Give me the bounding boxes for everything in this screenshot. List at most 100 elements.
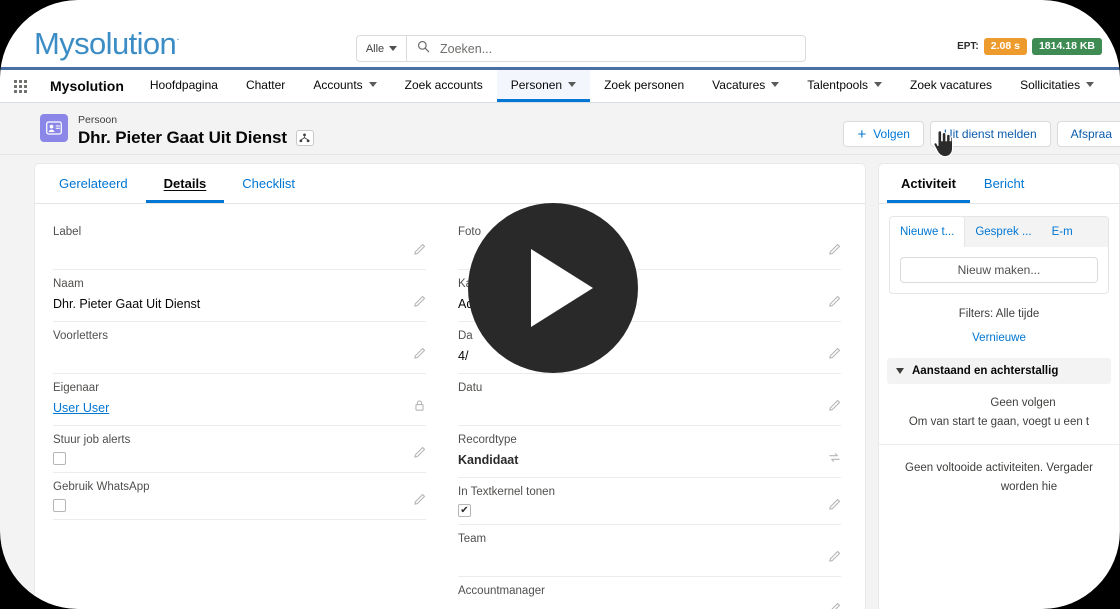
- field-label: Gebruik WhatsApp: [53, 481, 150, 493]
- completed-empty-state: Geen voltooide activiteiten. Vergader wo…: [879, 445, 1119, 507]
- app-navigation-bar: Mysolution Hoofdpagina Chatter Accounts Zoe…: [0, 70, 1120, 103]
- field-gebruik-whatsapp: Gebruik WhatsApp: [53, 473, 426, 520]
- pencil-icon[interactable]: [413, 243, 426, 261]
- activity-tab-bericht[interactable]: Bericht: [970, 164, 1038, 203]
- pencil-icon[interactable]: [828, 602, 841, 609]
- chevron-down-icon: [896, 368, 904, 374]
- field-recordtype: Recordtype Kandidaat: [458, 426, 841, 478]
- nav-item-sollicitaties[interactable]: Sollicitaties: [1006, 70, 1108, 102]
- nav-item-chatter[interactable]: Chatter: [232, 70, 299, 102]
- upcoming-overdue-section-header[interactable]: Aanstaand en achterstallig: [887, 358, 1111, 384]
- nav-item-talentpools[interactable]: Talentpools: [793, 70, 896, 102]
- publisher-tab-list: Nieuwe t... Gesprek ... E-m: [890, 217, 1108, 247]
- pencil-icon[interactable]: [828, 347, 841, 365]
- pencil-icon[interactable]: [828, 295, 841, 313]
- pencil-icon[interactable]: [413, 295, 426, 313]
- ept-indicator: EPT: 2.08 s 1814.18 KB: [957, 38, 1102, 55]
- field-stuur-job-alerts: Stuur job alerts: [53, 426, 426, 473]
- pencil-icon[interactable]: [828, 550, 841, 568]
- completed-line-2: worden hie: [1000, 481, 1058, 493]
- field-value: [458, 549, 841, 569]
- action-button-volgen[interactable]: + Volgen: [843, 121, 924, 147]
- search-input[interactable]: Zoeken...: [406, 35, 806, 62]
- tab-details[interactable]: Details: [145, 164, 225, 203]
- field-label: Datu: [458, 382, 483, 394]
- play-button-icon[interactable]: [468, 203, 638, 373]
- brand-logo[interactable]: Mysolution·: [34, 26, 180, 62]
- publisher-tab-2[interactable]: E-m: [1042, 217, 1083, 247]
- tab-checklist[interactable]: Checklist: [224, 164, 313, 203]
- publisher-tab-0[interactable]: Nieuwe t...: [890, 217, 966, 247]
- pencil-icon[interactable]: [828, 399, 841, 417]
- field-label: Recordtype: [458, 434, 517, 446]
- nav-item-label: Accounts: [313, 77, 363, 92]
- chevron-down-icon[interactable]: [1086, 82, 1095, 87]
- lock-icon[interactable]: [413, 399, 426, 417]
- pencil-icon[interactable]: [413, 446, 426, 464]
- nav-item-hoofdpagina[interactable]: Hoofdpagina: [136, 70, 232, 102]
- nav-item-label: Zoek vacatures: [910, 77, 993, 92]
- field-label: Stuur job alerts: [53, 434, 131, 446]
- nav-item-vacatures[interactable]: Vacatures: [698, 70, 793, 102]
- upcoming-empty-state: Geen volgen Om van start te gaan, voegt …: [879, 384, 1119, 445]
- field-checkbox[interactable]: ✔: [458, 504, 471, 517]
- field-accountmanager: Accountmanager: [458, 577, 841, 609]
- field-value: [53, 346, 426, 366]
- nav-item-zoek-vacatures[interactable]: Zoek vacatures: [896, 70, 1006, 102]
- app-name-label[interactable]: Mysolution: [40, 70, 136, 102]
- field-label: Label: [53, 226, 82, 238]
- search-scope-label: Alle: [365, 42, 385, 55]
- nav-item-personen[interactable]: Personen: [496, 70, 591, 102]
- completed-line-1: Geen voltooide activiteiten. Vergader: [905, 462, 1093, 474]
- field-value: Dhr. Pieter Gaat Uit Dienst: [53, 297, 201, 311]
- new-task-button[interactable]: Nieuw maken...: [900, 257, 1098, 283]
- field-value: [53, 242, 426, 262]
- field-team: Team: [458, 525, 841, 577]
- field-label: Voorletters: [53, 330, 108, 342]
- chevron-down-icon[interactable]: [568, 82, 577, 87]
- global-search[interactable]: Alle Zoeken...: [356, 35, 806, 62]
- field-label: Accountmanager: [458, 585, 545, 597]
- ept-label: EPT:: [957, 41, 979, 52]
- tab-gerelateerd[interactable]: Gerelateerd: [41, 164, 146, 203]
- chevron-down-icon[interactable]: [368, 82, 377, 87]
- field-label: Team: [458, 533, 487, 545]
- plus-icon: +: [857, 125, 867, 143]
- nav-item-zoek-accounts[interactable]: Zoek accounts: [391, 70, 497, 102]
- record-type-eyebrow: Persoon: [78, 114, 118, 126]
- field-value: [458, 398, 841, 418]
- nav-item-label: Sollicitaties: [1020, 77, 1081, 92]
- global-header: Mysolution· Alle Zoeken... EPT: 2.08 s 1…: [0, 0, 1120, 70]
- nav-item-label: Chatter: [245, 77, 286, 92]
- details-field-grid: Label Naam Dhr. Pieter Gaat Uit Dienst Voor…: [35, 204, 865, 609]
- share-hierarchy-icon[interactable]: [295, 130, 314, 146]
- pencil-icon[interactable]: [828, 243, 841, 261]
- nav-item-label: Talentpools: [807, 77, 869, 92]
- pencil-icon[interactable]: [413, 347, 426, 365]
- field-eigenaar: Eigenaar User User: [53, 374, 426, 426]
- chevron-down-icon: [389, 46, 398, 51]
- pencil-icon[interactable]: [828, 498, 841, 516]
- nav-item-accounts[interactable]: Accounts: [299, 70, 390, 102]
- action-button-label: Uit dienst melden: [943, 127, 1037, 141]
- field-naam: Naam Dhr. Pieter Gaat Uit Dienst: [53, 270, 426, 322]
- activity-filters-label[interactable]: Filters: Alle tijde: [879, 308, 1119, 320]
- pointer-hand-cursor: [932, 130, 954, 163]
- app-launcher-icon[interactable]: [0, 70, 40, 102]
- chevron-down-icon[interactable]: [874, 82, 883, 87]
- activity-tab-activiteit[interactable]: Activiteit: [887, 164, 970, 203]
- nav-item-zoek-personen[interactable]: Zoek personen: [590, 70, 698, 102]
- publisher-tab-1[interactable]: Gesprek ...: [965, 217, 1041, 247]
- search-scope-dropdown[interactable]: Alle: [356, 35, 406, 62]
- pencil-icon[interactable]: [413, 493, 426, 511]
- record-action-buttons: + Volgen Uit dienst melden Afspraa: [843, 121, 1120, 147]
- video-player-frame: Mysolution· Alle Zoeken... EPT: 2.08 s 1…: [0, 0, 1120, 609]
- field-checkbox[interactable]: [53, 499, 66, 512]
- chevron-down-icon[interactable]: [771, 82, 780, 87]
- field-value-link[interactable]: User User: [53, 398, 426, 418]
- ept-time-badge: 2.08 s: [983, 38, 1027, 55]
- change-record-type-icon[interactable]: [828, 451, 841, 469]
- action-button-afspraa[interactable]: Afspraa: [1056, 121, 1120, 147]
- refresh-link[interactable]: Vernieuwe: [879, 332, 1119, 344]
- field-checkbox[interactable]: [53, 452, 66, 465]
